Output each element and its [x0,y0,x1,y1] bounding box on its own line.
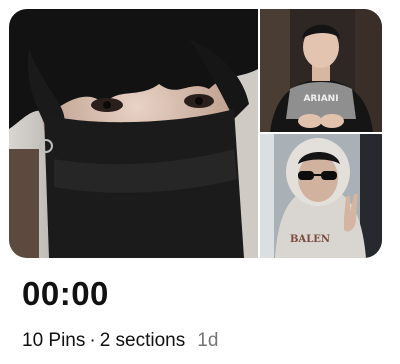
board-cover[interactable]: ARIANI BALEN [9,9,382,258]
pin-count: 10 Pins [22,330,86,351]
cover-image-bottom-right: BALEN [260,134,382,258]
cover-image-main [9,9,258,258]
board-meta: 10 Pins · 2 sections 1d [22,329,218,353]
board-card[interactable]: ARIANI BALEN 00:00 10 Pins · 2 sections … [0,0,400,364]
bottom-right-photo: BALEN [260,134,382,258]
svg-text:BALEN: BALEN [290,234,330,245]
top-right-photo: ARIANI [260,9,382,132]
cover-image-top-right: ARIANI [260,9,382,132]
board-age: 1d [197,330,219,351]
meta-separator: · [89,330,96,351]
svg-text:ARIANI: ARIANI [303,94,338,104]
main-photo [9,9,258,258]
section-count: 2 sections [99,330,186,351]
board-title[interactable]: 00:00 [22,274,109,314]
